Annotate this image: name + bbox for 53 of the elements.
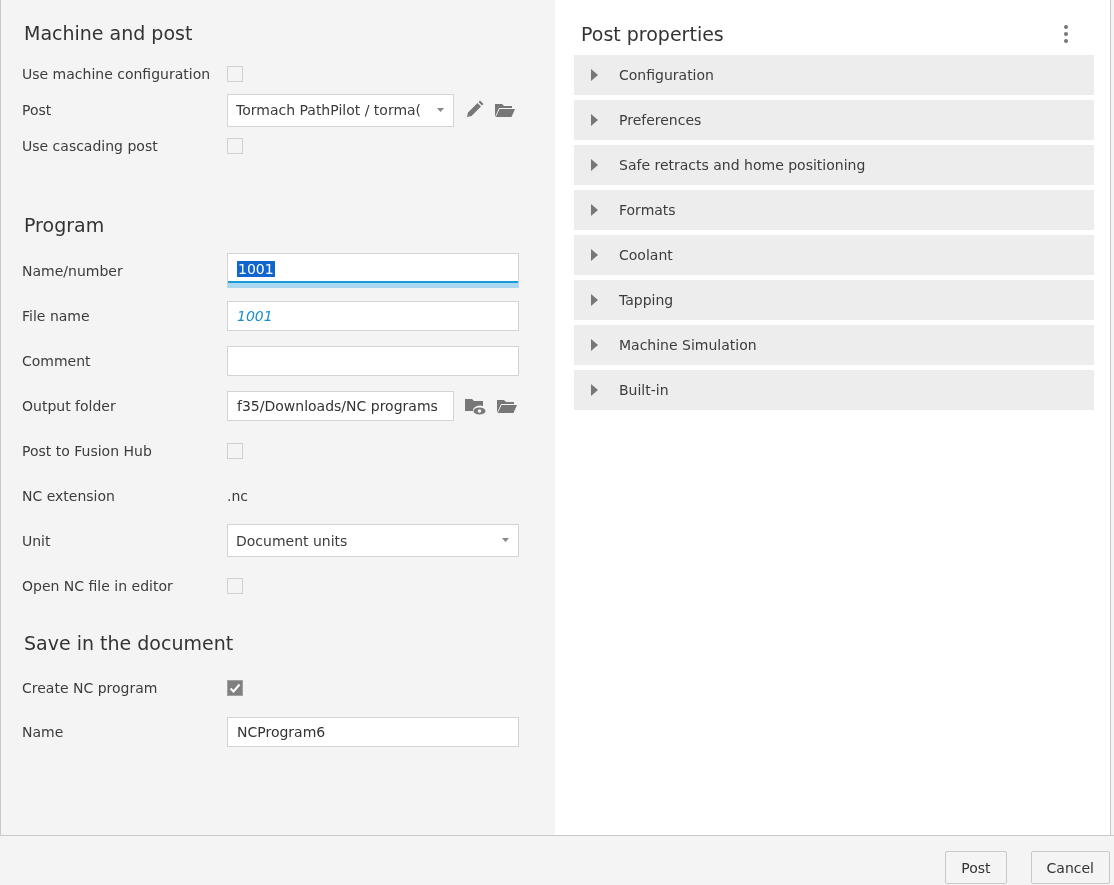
field-label: Post to Fusion Hub: [22, 442, 153, 459]
field-label: Post: [22, 102, 53, 118]
triangle-right-icon: [590, 204, 598, 216]
panel-title: Post properties: [581, 23, 724, 45]
checkbox[interactable]: [227, 577, 243, 594]
folder-path-field[interactable]: f35/Downloads/NC programs: [227, 390, 454, 421]
accordion-header[interactable]: Machine Simulation: [574, 325, 1094, 365]
triangle-right-icon: [590, 69, 598, 81]
accordion-header[interactable]: Formats: [574, 190, 1094, 230]
caret-icon[interactable]: [437, 107, 445, 113]
dialog-button[interactable]: Post: [945, 851, 1007, 884]
triangle-right-icon: [590, 294, 598, 306]
input-field[interactable]: [227, 345, 519, 376]
triangle-right-icon: [590, 384, 598, 396]
triangle-right-icon: [590, 249, 598, 261]
post-dropdown[interactable]: Tormach PathPilot / torma(: [227, 93, 454, 127]
folder-icon[interactable]: [494, 101, 516, 119]
checkbox[interactable]: [227, 442, 243, 459]
field-label: Comment: [22, 352, 92, 369]
caret-icon[interactable]: [502, 538, 510, 543]
input-field[interactable]: NCProgram6: [227, 717, 519, 747]
accordion-header[interactable]: Built-in: [574, 370, 1094, 410]
section-heading: Machine and post: [24, 22, 194, 44]
accordion-header[interactable]: Coolant: [574, 235, 1094, 275]
input-field[interactable]: 1001: [227, 253, 519, 288]
accordion-header[interactable]: Preferences: [574, 100, 1094, 140]
field-label: Use cascading post: [22, 138, 159, 154]
input-field[interactable]: 1001: [227, 300, 519, 331]
field-label: Open NC file in editor: [22, 577, 174, 594]
more-menu-icon[interactable]: [1064, 25, 1068, 43]
pencil-icon[interactable]: [464, 100, 484, 120]
field-label: Output folder: [22, 397, 117, 414]
field-label: File name: [22, 307, 91, 324]
accordion-header[interactable]: Safe retracts and home positioning: [574, 145, 1094, 185]
unit-dropdown[interactable]: Document units: [227, 524, 519, 557]
triangle-right-icon: [590, 339, 598, 351]
triangle-right-icon: [590, 114, 598, 126]
checkbox[interactable]: [227, 138, 243, 154]
field-label: Unit: [22, 532, 52, 549]
field-label: Name/number: [22, 262, 124, 279]
section-heading: Program: [24, 214, 106, 236]
extension-value: .nc: [227, 487, 249, 504]
accordion-header[interactable]: Configuration: [574, 55, 1094, 95]
dialog-button[interactable]: Cancel: [1030, 851, 1110, 884]
checkbox[interactable]: [227, 66, 243, 82]
accordion-header[interactable]: Tapping: [574, 280, 1094, 320]
field-label: Name: [22, 724, 65, 740]
checkbox[interactable]: [227, 680, 243, 696]
field-label: Use machine configuration: [22, 66, 212, 82]
field-label: Create NC program: [22, 680, 159, 696]
section-heading: Save in the document: [24, 632, 235, 654]
field-label: NC extension: [22, 487, 116, 504]
triangle-right-icon: [590, 159, 598, 171]
